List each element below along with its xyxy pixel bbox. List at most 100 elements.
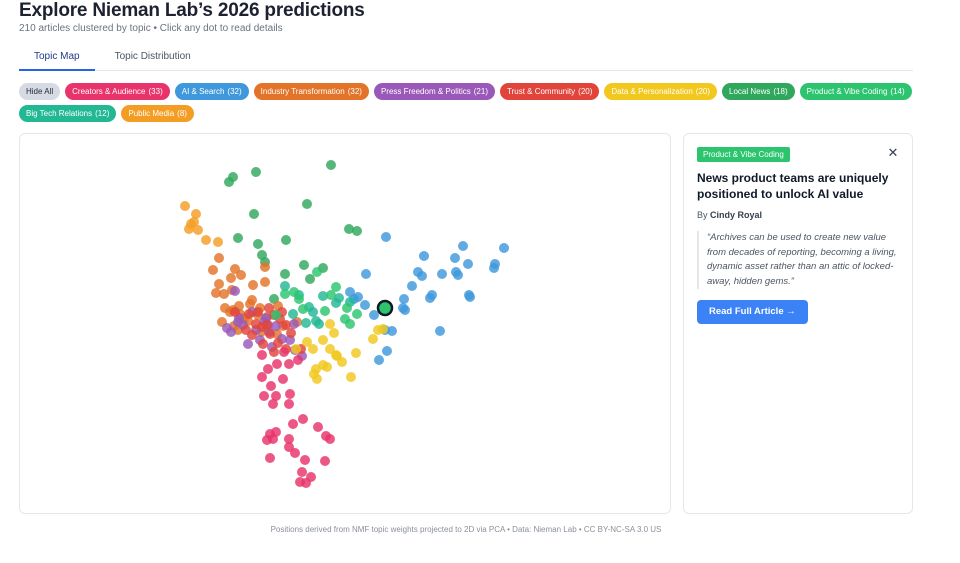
article-dot[interactable]: [230, 286, 240, 296]
article-dot[interactable]: [280, 289, 290, 299]
article-dot[interactable]: [260, 262, 270, 272]
article-dot[interactable]: [342, 303, 352, 313]
article-dot[interactable]: [300, 455, 310, 465]
topic-filter-chip[interactable]: Creators & Audience (33): [65, 83, 170, 100]
article-dot[interactable]: [374, 355, 384, 365]
topic-filter-chip[interactable]: Product & Vibe Coding (14): [799, 83, 912, 100]
read-full-article-button[interactable]: Read Full Article →: [697, 300, 808, 324]
article-dot[interactable]: [285, 389, 295, 399]
article-dot[interactable]: [272, 359, 282, 369]
article-dot[interactable]: [257, 372, 267, 382]
article-dot[interactable]: [230, 307, 240, 317]
article-dot[interactable]: [381, 232, 391, 242]
article-dot[interactable]: [211, 288, 221, 298]
article-dot[interactable]: [329, 328, 339, 338]
close-icon[interactable]: ✕: [886, 146, 900, 160]
article-dot[interactable]: [213, 237, 223, 247]
article-dot[interactable]: [361, 269, 371, 279]
article-dot[interactable]: [262, 320, 272, 330]
tab-topic-distribution[interactable]: Topic Distribution: [100, 44, 206, 71]
article-dot[interactable]: [352, 226, 362, 236]
article-dot[interactable]: [453, 270, 463, 280]
article-dot[interactable]: [320, 306, 330, 316]
article-dot[interactable]: [260, 277, 270, 287]
article-dot[interactable]: [291, 344, 301, 354]
article-dot[interactable]: [253, 307, 263, 317]
topic-filter-chip[interactable]: Press Freedom & Politics (21): [373, 83, 495, 100]
topic-filter-chip[interactable]: Industry Transformation (32): [253, 83, 369, 100]
article-dot[interactable]: [262, 435, 272, 445]
article-dot[interactable]: [369, 310, 379, 320]
article-dot[interactable]: [295, 477, 305, 487]
tab-topic-map[interactable]: Topic Map: [19, 44, 95, 71]
topic-filter-chip[interactable]: Data & Personalization (20): [604, 83, 718, 100]
article-dot[interactable]: [311, 316, 321, 326]
article-dot[interactable]: [228, 172, 238, 182]
article-dot[interactable]: [499, 243, 509, 253]
article-dot[interactable]: [180, 201, 190, 211]
article-dot[interactable]: [312, 267, 322, 277]
article-dot[interactable]: [279, 347, 289, 357]
article-dot[interactable]: [465, 292, 475, 302]
article-dot[interactable]: [331, 282, 341, 292]
article-dot[interactable]: [398, 303, 408, 313]
article-dot[interactable]: [288, 419, 298, 429]
article-dot[interactable]: [257, 250, 267, 260]
article-dot[interactable]: [251, 167, 261, 177]
article-dot[interactable]: [288, 309, 298, 319]
article-dot[interactable]: [382, 346, 392, 356]
article-dot[interactable]: [299, 260, 309, 270]
article-dot[interactable]: [368, 334, 378, 344]
article-dot[interactable]: [290, 448, 300, 458]
article-dot[interactable]: [407, 281, 417, 291]
selected-article-dot[interactable]: [376, 299, 394, 317]
article-dot[interactable]: [337, 357, 347, 367]
article-dot[interactable]: [247, 330, 257, 340]
article-dot[interactable]: [309, 369, 319, 379]
article-dot[interactable]: [265, 453, 275, 463]
article-dot[interactable]: [248, 280, 258, 290]
article-dot[interactable]: [236, 270, 246, 280]
article-dot[interactable]: [281, 235, 291, 245]
article-dot[interactable]: [450, 253, 460, 263]
article-dot[interactable]: [297, 467, 307, 477]
article-dot[interactable]: [269, 347, 279, 357]
article-dot[interactable]: [284, 399, 294, 409]
article-dot[interactable]: [326, 160, 336, 170]
article-dot[interactable]: [278, 374, 288, 384]
article-dot[interactable]: [201, 235, 211, 245]
topic-filter-chip[interactable]: Public Media (8): [121, 105, 194, 122]
article-dot[interactable]: [253, 239, 263, 249]
article-dot[interactable]: [271, 427, 281, 437]
article-dot[interactable]: [352, 309, 362, 319]
article-dot[interactable]: [259, 391, 269, 401]
article-dot[interactable]: [346, 372, 356, 382]
article-dot[interactable]: [318, 360, 328, 370]
article-dot[interactable]: [214, 279, 224, 289]
article-dot[interactable]: [318, 335, 328, 345]
article-dot[interactable]: [208, 265, 218, 275]
article-dot[interactable]: [302, 199, 312, 209]
article-dot[interactable]: [419, 251, 429, 261]
article-dot[interactable]: [351, 348, 361, 358]
article-dot[interactable]: [251, 319, 261, 329]
article-dot[interactable]: [214, 253, 224, 263]
article-dot[interactable]: [268, 399, 278, 409]
article-dot[interactable]: [490, 259, 500, 269]
article-dot[interactable]: [286, 328, 296, 338]
article-dot[interactable]: [437, 269, 447, 279]
topic-filter-chip[interactable]: Local News (18): [722, 83, 795, 100]
article-dot[interactable]: [417, 271, 427, 281]
article-dot[interactable]: [458, 241, 468, 251]
article-dot[interactable]: [399, 294, 409, 304]
article-dot[interactable]: [427, 290, 437, 300]
article-dot[interactable]: [298, 414, 308, 424]
article-dot[interactable]: [226, 273, 236, 283]
article-dot[interactable]: [435, 326, 445, 336]
article-dot[interactable]: [321, 431, 331, 441]
article-dot[interactable]: [243, 339, 253, 349]
article-dot[interactable]: [308, 344, 318, 354]
article-dot[interactable]: [226, 327, 236, 337]
topic-filter-chip[interactable]: Trust & Community (20): [499, 83, 600, 100]
article-dot[interactable]: [258, 339, 268, 349]
